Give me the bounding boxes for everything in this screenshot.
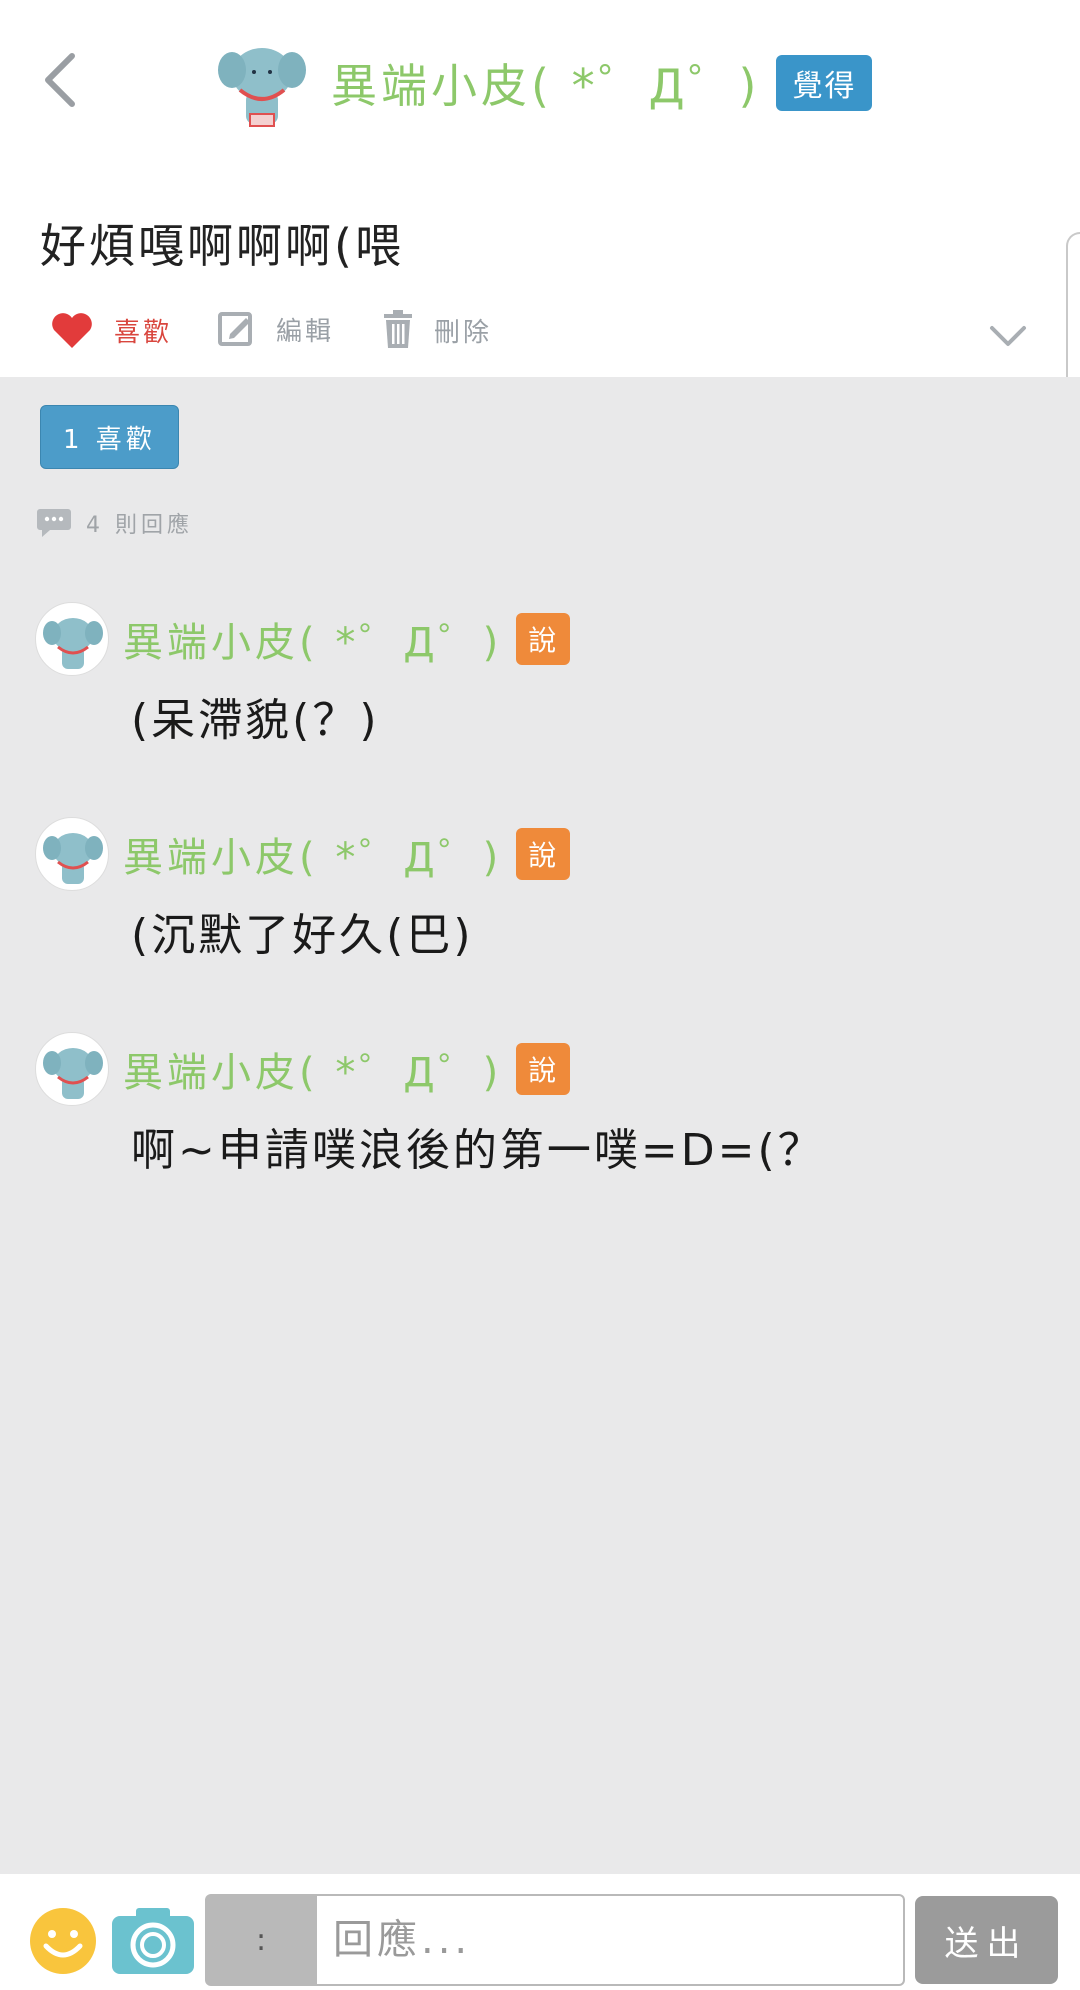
- response-count: 4 則回應: [36, 507, 193, 539]
- response-qualifier-badge: 說: [516, 828, 571, 880]
- edit-icon: [218, 312, 252, 346]
- expand-button[interactable]: [986, 314, 1030, 358]
- reply-input[interactable]: [317, 1894, 905, 1986]
- response-item: 異端小皮( *゜Д゜) 說 啊~申請噗浪後的第一噗=D=(？: [35, 1032, 1035, 1178]
- plurk-qualifier-badge: 覺得: [776, 54, 873, 111]
- like-button[interactable]: 喜歡: [50, 310, 172, 350]
- like-label: 喜歡: [114, 317, 173, 348]
- plurk-actions-bar: 喜歡 編輯 刪除: [0, 300, 1080, 375]
- plurk-content: 好煩嘎啊啊啊(喂: [40, 219, 404, 273]
- response-count-label: 4 則回應: [86, 513, 193, 538]
- header: 異端小皮( *゜Д゜) 覺得: [0, 0, 1080, 170]
- heart-icon: [52, 313, 92, 348]
- edit-label: 編輯: [276, 316, 335, 347]
- back-button[interactable]: [30, 40, 90, 120]
- trash-icon: [384, 310, 412, 348]
- delete-button[interactable]: 刪除: [382, 310, 492, 350]
- response-text: 啊~申請噗浪後的第一噗=D=(？: [131, 1125, 825, 1176]
- avatar[interactable]: [35, 1032, 109, 1106]
- speech-bubble-icon: [37, 509, 71, 537]
- back-arrow-icon: [45, 53, 75, 107]
- camera-button[interactable]: [110, 1904, 196, 1976]
- response-item: 異端小皮( *゜Д゜) 說 (呆滯貌(？): [35, 602, 1035, 748]
- response-author-name[interactable]: 異端小皮( *゜Д゜): [123, 825, 502, 883]
- response-author-name[interactable]: 異端小皮( *゜Д゜): [123, 610, 502, 668]
- avatar[interactable]: [35, 817, 109, 891]
- delete-label: 刪除: [434, 317, 493, 348]
- chevron-down-icon: [990, 326, 1026, 346]
- plurk-detail-screen: 異端小皮( *゜Д゜) 覺得 好煩嘎啊啊啊(喂 喜歡 編輯 刪除 1 喜歡 4 …: [0, 0, 1080, 1990]
- response-text: (沉默了好久(巴): [131, 910, 474, 961]
- avatar[interactable]: [210, 30, 315, 135]
- camera-icon: [112, 1908, 194, 1974]
- like-count-badge[interactable]: 1 喜歡: [40, 405, 179, 469]
- reply-bar: : 送出: [0, 1874, 1080, 1990]
- response-qualifier-badge: 說: [516, 1043, 571, 1095]
- response-author-name[interactable]: 異端小皮( *゜Д゜): [123, 1040, 502, 1098]
- emoji-button[interactable]: [28, 1906, 98, 1976]
- emoji-icon: [30, 1908, 96, 1974]
- plurk-author-name[interactable]: 異端小皮( *゜Д゜): [331, 50, 760, 116]
- avatar[interactable]: [35, 602, 109, 676]
- plurk-author-row: 異端小皮( *゜Д゜) 覺得: [210, 30, 873, 135]
- send-button[interactable]: 送出: [915, 1896, 1058, 1984]
- qualifier-select[interactable]: :: [205, 1894, 317, 1986]
- response-text: (呆滯貌(？): [131, 695, 380, 746]
- response-qualifier-badge: 說: [516, 613, 571, 665]
- responses-area: 1 喜歡 4 則回應 異端小皮( *゜Д゜) 說 (呆滯貌(？) 異端小皮(*…: [0, 377, 1080, 1874]
- edit-button[interactable]: 編輯: [218, 310, 334, 348]
- response-item: 異端小皮( *゜Д゜) 說 (沉默了好久(巴): [35, 817, 1035, 963]
